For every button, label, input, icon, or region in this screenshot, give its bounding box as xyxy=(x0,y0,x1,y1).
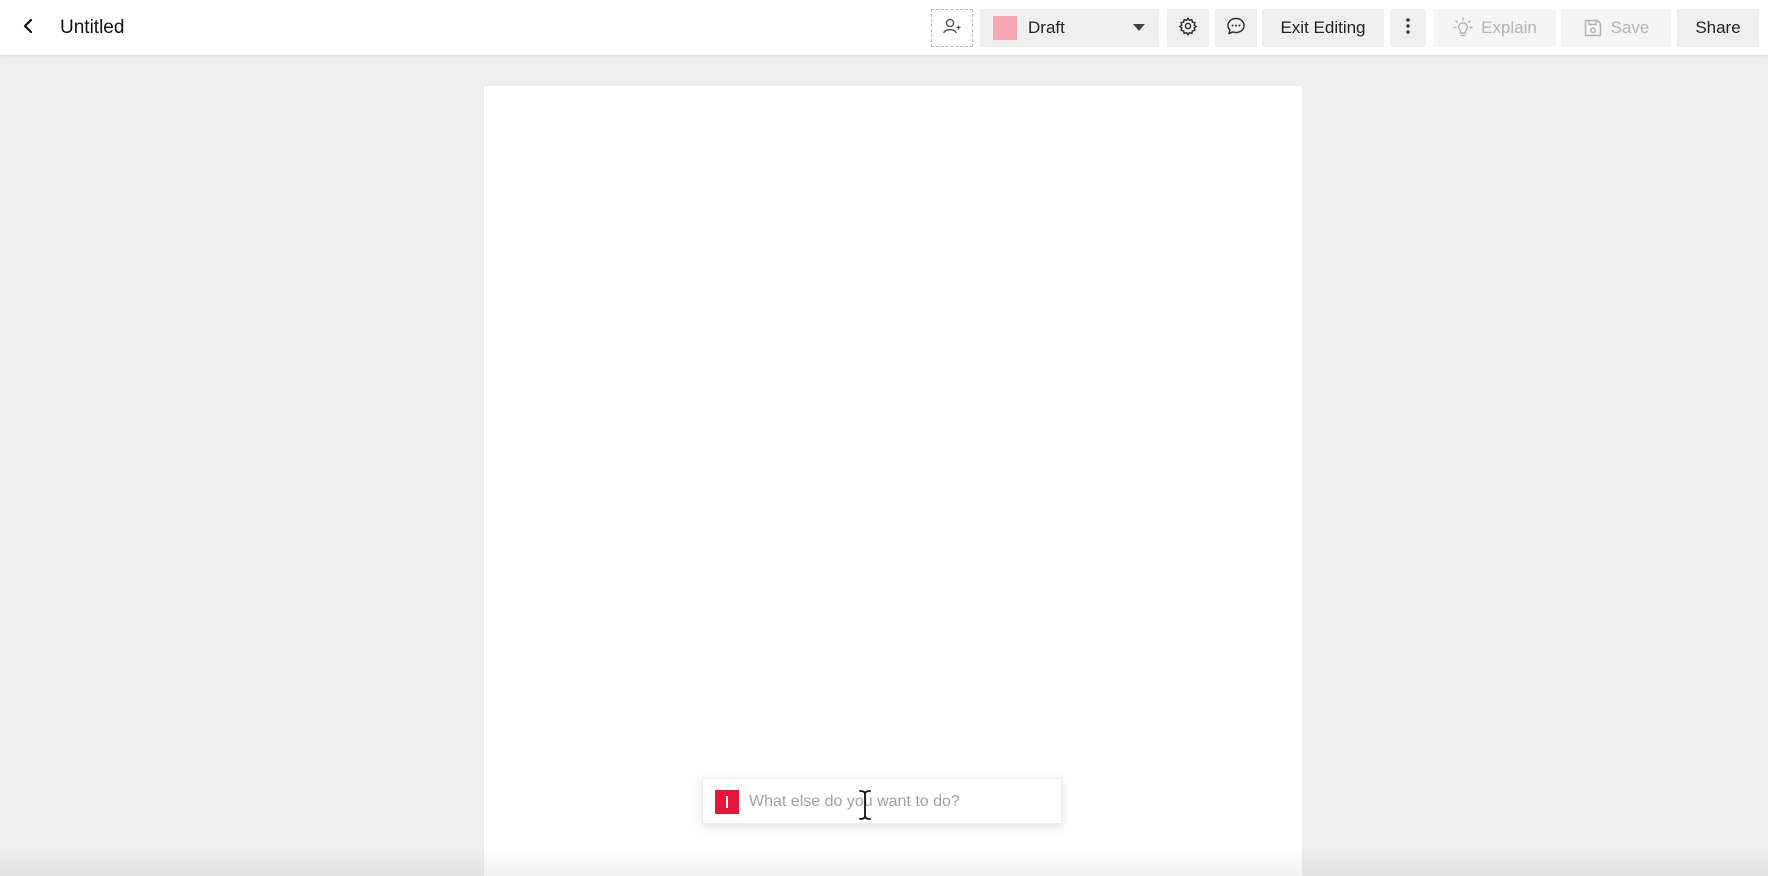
share-button[interactable]: Share xyxy=(1677,9,1759,47)
assistant-logo-icon xyxy=(715,790,739,814)
comments-button[interactable] xyxy=(1215,9,1257,47)
exit-editing-button[interactable]: Exit Editing xyxy=(1262,9,1384,47)
more-options-button[interactable] xyxy=(1390,9,1426,47)
prompt-input[interactable] xyxy=(749,787,1049,817)
add-collaborator-button[interactable] xyxy=(931,9,973,47)
document-page[interactable] xyxy=(484,86,1302,876)
gear-icon xyxy=(1178,16,1198,41)
floppy-disk-icon xyxy=(1583,18,1603,38)
status-dropdown[interactable]: Draft xyxy=(980,9,1159,47)
vertical-dots-icon xyxy=(1405,17,1411,40)
top-bar: Untitled Draft Exit Editing Explain Save… xyxy=(0,0,1768,56)
user-plus-icon xyxy=(942,17,962,40)
save-button[interactable]: Save xyxy=(1561,9,1671,47)
settings-button[interactable] xyxy=(1167,9,1209,47)
back-button[interactable] xyxy=(12,12,44,44)
lightbulb-icon xyxy=(1453,17,1473,39)
caret-down-icon xyxy=(1133,24,1145,31)
document-title[interactable]: Untitled xyxy=(60,0,124,56)
save-label: Save xyxy=(1610,18,1650,37)
speech-bubble-icon xyxy=(1226,16,1246,41)
logo-mark xyxy=(726,796,728,808)
chevron-left-icon xyxy=(21,18,35,39)
status-color-swatch xyxy=(993,16,1017,40)
status-label: Draft xyxy=(1028,18,1065,37)
explain-label: Explain xyxy=(1481,18,1537,37)
explain-button[interactable]: Explain xyxy=(1434,9,1556,47)
ai-prompt-box xyxy=(702,778,1062,824)
